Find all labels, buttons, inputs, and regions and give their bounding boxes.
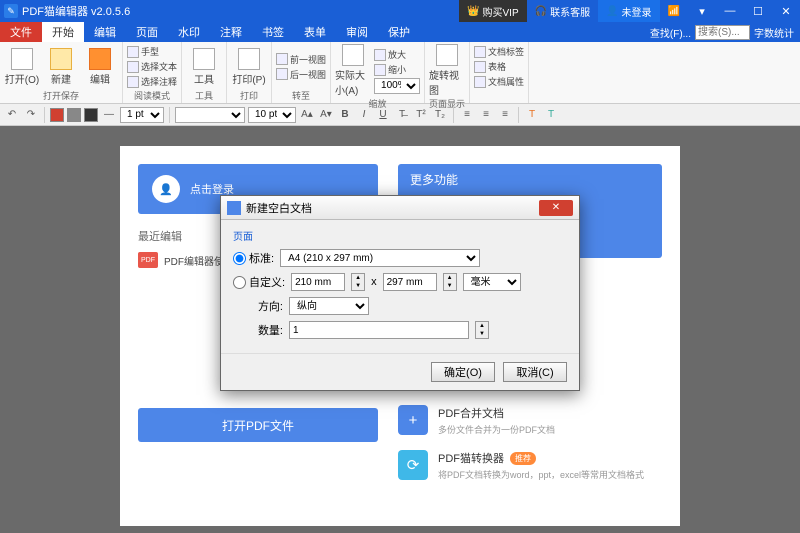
ok-button[interactable]: 确定(O) [431,362,495,382]
height-spinner[interactable]: ▲▼ [443,273,457,291]
paper-size-select[interactable]: A4 (210 x 297 mm) [280,249,480,267]
count-input[interactable] [289,321,469,339]
modal-overlay: 新建空白文档 ✕ 页面 标准: A4 (210 x 297 mm) 自定义: ▲… [0,0,800,533]
unit-select[interactable]: 毫米 [463,273,521,291]
section-label: 页面 [233,228,567,243]
dialog-title: 新建空白文档 [246,200,312,216]
dialog-close-button[interactable]: ✕ [539,200,573,216]
standard-radio[interactable]: 标准: [233,250,274,266]
orientation-select[interactable]: 纵向 [289,297,369,315]
orient-label: 方向: [233,298,283,314]
count-spinner[interactable]: ▲▼ [475,321,489,339]
width-input[interactable] [291,273,345,291]
dialog-icon [227,201,241,215]
new-blank-dialog: 新建空白文档 ✕ 页面 标准: A4 (210 x 297 mm) 自定义: ▲… [220,195,580,391]
cancel-button[interactable]: 取消(C) [503,362,567,382]
height-input[interactable] [383,273,437,291]
dialog-titlebar[interactable]: 新建空白文档 ✕ [221,196,579,220]
count-label: 数量: [233,322,283,338]
custom-radio[interactable]: 自定义: [233,274,285,290]
width-spinner[interactable]: ▲▼ [351,273,365,291]
